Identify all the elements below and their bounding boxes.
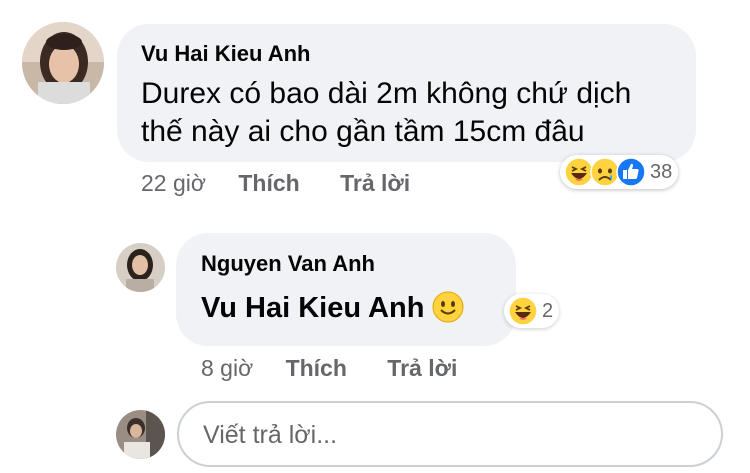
comment-text-line1: Durex có bao dài 2m không chứ dịch	[141, 77, 632, 110]
comment-meta: 22 giờ Thích Trả lời	[141, 170, 410, 197]
reply-reactions[interactable]: 2	[504, 294, 560, 328]
mention-link[interactable]: Vu Hai Kieu Anh	[201, 292, 424, 324]
haha-icon	[508, 296, 538, 326]
avatar-photo	[22, 22, 104, 104]
reply-input[interactable]: Viết trả lời...	[177, 401, 723, 467]
reaction-count: 2	[542, 299, 554, 322]
like-icon	[616, 157, 646, 187]
like-button[interactable]: Thích	[238, 170, 299, 196]
comment-author[interactable]: Vu Hai Kieu Anh	[141, 41, 311, 67]
reply-text: Vu Hai Kieu Anh	[201, 287, 464, 329]
comment-text-line2: thế này ai cho gần tầm 15cm đâu	[141, 115, 585, 148]
reply-avatar[interactable]	[116, 243, 165, 292]
reaction-count: 38	[650, 160, 673, 183]
comment-time[interactable]: 22 giờ	[141, 170, 206, 196]
avatar[interactable]	[22, 22, 104, 104]
current-user-avatar[interactable]	[116, 410, 165, 459]
slight-smile-icon	[432, 291, 464, 323]
avatar-photo	[116, 410, 165, 459]
comment-reactions[interactable]: 38	[560, 155, 679, 189]
reply-like-button[interactable]: Thích	[286, 355, 347, 381]
reply-meta: 8 giờ Thích Trả lời	[201, 355, 457, 382]
reply-reply-button[interactable]: Trả lời	[387, 355, 457, 381]
reply-time[interactable]: 8 giờ	[201, 355, 253, 381]
avatar-photo	[116, 243, 165, 292]
reply-button[interactable]: Trả lời	[340, 170, 410, 196]
reply-author[interactable]: Nguyen Van Anh	[201, 251, 375, 277]
reply-placeholder: Viết trả lời...	[203, 421, 338, 449]
